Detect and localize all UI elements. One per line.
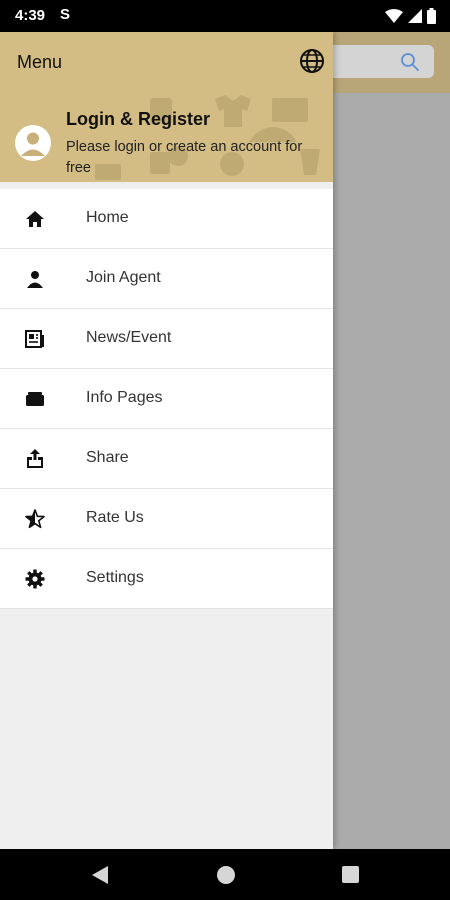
newspaper-icon (24, 328, 46, 350)
status-bar: 4:39 S (0, 0, 450, 32)
system-nav-bar (0, 849, 450, 900)
search-icon (401, 53, 419, 71)
share-icon (24, 448, 46, 470)
menu-item-label: Rate Us (86, 509, 144, 526)
person-icon (24, 268, 46, 290)
wifi-icon (385, 9, 403, 23)
recents-icon[interactable] (342, 866, 359, 883)
menu-item-home[interactable]: Home (0, 189, 333, 249)
login-register-panel[interactable]: Login & Register Please login or create … (0, 94, 333, 182)
drawer-header: Menu (0, 32, 333, 94)
menu-item-label: Home (86, 209, 129, 226)
menu-item-label: News/Event (86, 329, 172, 346)
menu-item-settings[interactable]: Settings (0, 549, 333, 609)
home-button-icon[interactable] (217, 866, 235, 884)
avatar (15, 125, 51, 161)
menu-item-label: Share (86, 449, 129, 466)
menu-item-join-agent[interactable]: Join Agent (0, 249, 333, 309)
menu-item-info-pages[interactable]: Info Pages (0, 369, 333, 429)
login-register-title: Login & Register (66, 109, 211, 129)
menu-item-rate-us[interactable]: Rate Us (0, 489, 333, 549)
status-time: 4:39 (15, 7, 46, 24)
background-search-field (318, 45, 434, 78)
menu-item-label: Settings (86, 569, 144, 586)
menu-item-share[interactable]: Share (0, 429, 333, 489)
status-icons (385, 8, 436, 24)
menu-item-news-event[interactable]: News/Event (0, 309, 333, 369)
menu-item-label: Info Pages (86, 389, 163, 406)
battery-icon (427, 8, 436, 24)
signal-icon (408, 9, 422, 23)
globe-icon[interactable] (298, 47, 326, 75)
person-icon (21, 132, 45, 156)
back-icon[interactable] (91, 865, 109, 885)
home-icon (24, 208, 46, 230)
drawer-menu-list: Home Join Agent News/Event Info Pages Sh… (0, 189, 333, 609)
sim-icon: S (60, 6, 71, 23)
drawer-title: Menu (17, 52, 63, 72)
folder-icon (24, 388, 46, 410)
navigation-drawer: Menu Login & Register Please login or cr… (0, 32, 333, 849)
menu-item-label: Join Agent (86, 269, 161, 286)
gear-icon (24, 568, 46, 590)
star-half-icon (24, 508, 46, 530)
login-register-subtitle: Please login or create an account for fr… (66, 139, 303, 176)
